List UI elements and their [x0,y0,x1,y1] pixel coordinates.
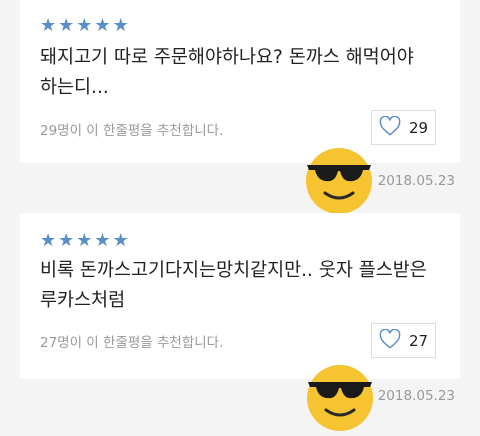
like-button[interactable]: 29 [371,110,436,145]
star-icon: ★ [94,15,111,36]
recommend-count-text: 29명이 이 한줄평을 추천합니다. [40,123,224,139]
star-icon: ★ [94,230,111,251]
like-count: 29 [408,118,429,137]
review-card: ★ ★ ★ ★ ★ 돼지고기 따로 주문해야하나요? 돈까스 해먹어야 하는디.… [20,0,460,163]
sunglasses-emoji-icon [303,143,375,215]
like-button[interactable]: 27 [371,323,436,358]
star-icon: ★ [76,15,93,36]
star-icon: ★ [40,230,57,251]
review-card: ★ ★ ★ ★ ★ 비록 돈까스고기다지는망치같지만.. 웃자 플스받은 루카스… [20,213,460,379]
heart-outline-icon [379,328,401,353]
star-icon: ★ [58,230,75,251]
star-icon: ★ [112,15,129,36]
review-text: 비록 돈까스고기다지는망치같지만.. 웃자 플스받은 루카스처럼 [40,260,427,311]
like-count: 27 [408,331,429,350]
review-text: 돼지고기 따로 주문해야하나요? 돈까스 해먹어야 하는디... [40,47,414,98]
star-icon: ★ [76,230,93,251]
review-date: 2018.05.23 [377,388,455,404]
review-date: 2018.05.23 [377,173,455,189]
star-icon: ★ [58,15,75,36]
rating-stars: ★ ★ ★ ★ ★ [40,232,129,250]
sunglasses-emoji-icon [304,360,376,432]
star-icon: ★ [112,230,129,251]
rating-stars: ★ ★ ★ ★ ★ [40,17,129,35]
heart-outline-icon [379,115,401,140]
recommend-count-text: 27명이 이 한줄평을 추천합니다. [40,335,224,351]
star-icon: ★ [40,15,57,36]
review-meta: 2018.05.23 [378,388,455,404]
